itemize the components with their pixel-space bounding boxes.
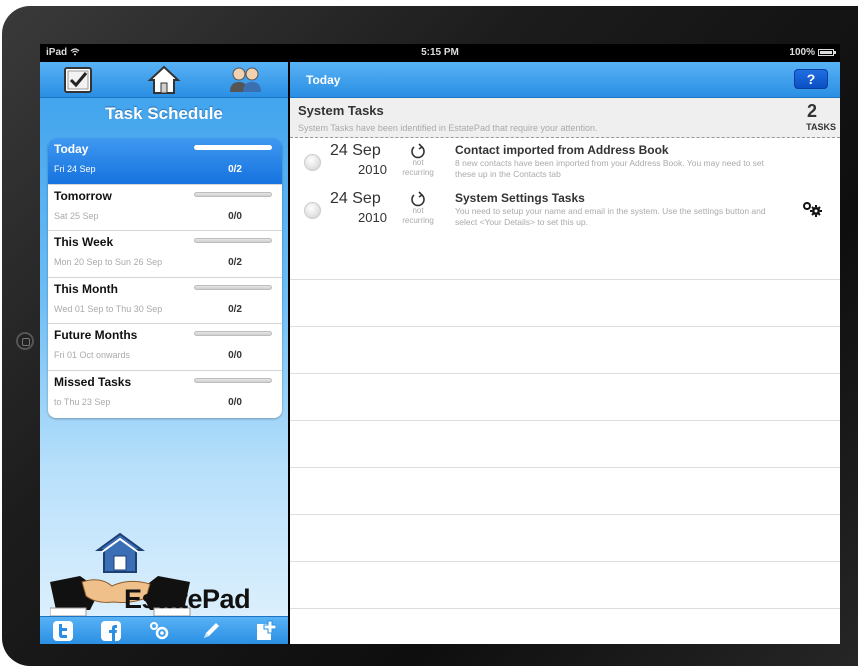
section-title: System Tasks: [298, 103, 384, 118]
row-divider: [290, 420, 840, 421]
task-title: Contact imported from Address Book: [455, 143, 669, 157]
recurring-icon: [411, 143, 425, 159]
add-icon[interactable]: [254, 620, 276, 642]
sidebar: Task Schedule Today Fri 24 Sep 0/2 Tomor…: [40, 62, 288, 644]
recur-status: recurring: [402, 216, 434, 225]
period-missed-tasks[interactable]: Missed Tasks to Thu 23 Sep 0/0: [48, 371, 282, 418]
period-count: 0/2: [228, 164, 242, 175]
period-name: Today: [54, 142, 89, 156]
period-tomorrow[interactable]: Tomorrow Sat 25 Sep 0/0: [48, 185, 282, 232]
nav-bar: Today ?: [290, 62, 840, 98]
clock: 5:15 PM: [421, 47, 459, 58]
period-date: Mon 20 Sep to Sun 26 Sep: [54, 257, 163, 268]
ipad-frame: iPad 5:15 PM 100% Task Schedule Today Fr…: [2, 6, 858, 666]
recur-status: not: [412, 206, 424, 215]
period-progress: [194, 191, 272, 197]
task-complete-radio[interactable]: [304, 154, 321, 171]
contacts-icon[interactable]: [228, 64, 262, 96]
task-year: 2010: [358, 162, 387, 177]
period-name: Future Months: [54, 328, 138, 343]
period-name: Tomorrow: [54, 188, 112, 203]
period-progress: [194, 284, 272, 290]
battery-status: 100%: [789, 47, 836, 58]
task-description: You need to setup your name and email in…: [455, 206, 766, 227]
task-count-label: TASKS: [806, 122, 836, 132]
bottom-toolbar: [40, 616, 288, 644]
status-bar: iPad 5:15 PM 100%: [40, 44, 840, 62]
period-name: Missed Tasks: [54, 374, 132, 389]
row-divider: [290, 561, 840, 562]
settings-icon[interactable]: [148, 620, 170, 642]
task-complete-radio[interactable]: [304, 202, 321, 219]
period-date: Fri 24 Sep: [54, 164, 96, 174]
task-day: 24 Sep: [330, 190, 381, 207]
period-count: 0/0: [228, 210, 242, 222]
logo-text: EstatePad: [124, 584, 251, 614]
row-divider: [290, 326, 840, 327]
task-description: 8 new contacts have been imported from y…: [455, 158, 765, 179]
period-date: Fri 01 Oct onwards: [54, 350, 131, 361]
recur-status: not: [412, 158, 424, 167]
screen: iPad 5:15 PM 100% Task Schedule Today Fr…: [40, 44, 840, 644]
task-title: System Settings Tasks: [455, 191, 585, 205]
twitter-icon[interactable]: [52, 620, 74, 642]
nav-title: Today: [306, 73, 341, 87]
home-button[interactable]: [16, 332, 34, 350]
period-count: 0/2: [228, 303, 242, 315]
section-description: System Tasks have been identified in Est…: [298, 123, 598, 133]
section-header: System Tasks System Tasks have been iden…: [290, 98, 840, 138]
period-name: This Month: [54, 281, 118, 296]
main-panel: Today ? System Tasks System Tasks have b…: [290, 62, 840, 644]
row-divider: [290, 279, 840, 280]
task-day: 24 Sep: [330, 142, 381, 159]
gear-icon[interactable]: [802, 200, 824, 218]
period-this-month[interactable]: This Month Wed 01 Sep to Thu 30 Sep 0/2: [48, 278, 282, 325]
period-progress: [194, 377, 272, 383]
edit-icon[interactable]: [200, 620, 222, 642]
recur-status: recurring: [402, 168, 434, 177]
period-count: 0/2: [228, 257, 242, 269]
period-this-week[interactable]: This Week Mon 20 Sep to Sun 26 Sep 0/2: [48, 231, 282, 278]
row-divider: [290, 467, 840, 468]
recurring-icon: [411, 191, 425, 207]
help-button[interactable]: ?: [794, 69, 828, 89]
period-count: 0/0: [228, 396, 242, 408]
period-date: Wed 01 Sep to Thu 30 Sep: [54, 303, 163, 314]
battery-icon: [818, 49, 836, 56]
period-future-months[interactable]: Future Months Fri 01 Oct onwards 0/0: [48, 324, 282, 371]
task-row[interactable]: 24 Sep 2010 not recurring System Setting…: [290, 188, 840, 234]
task-row[interactable]: 24 Sep 2010 not recurring Contact import…: [290, 140, 840, 186]
period-name: This Week: [54, 235, 114, 250]
period-progress: [194, 238, 272, 244]
battery-percent: 100%: [789, 47, 815, 58]
period-list: Today Fri 24 Sep 0/2 Tomorrow Sat 25 Sep…: [48, 138, 282, 418]
panel-title: Task Schedule: [105, 104, 223, 123]
period-date: to Thu 23 Sep: [54, 396, 111, 407]
period-today[interactable]: Today Fri 24 Sep 0/2: [48, 138, 282, 185]
task-year: 2010: [358, 210, 387, 225]
period-progress: [194, 331, 272, 337]
sidebar-toolbar: [40, 62, 288, 98]
facebook-icon[interactable]: [100, 620, 122, 642]
task-count: 2: [806, 101, 817, 121]
row-divider: [290, 373, 840, 374]
checkbox-icon[interactable]: [62, 64, 96, 96]
home-icon[interactable]: [147, 64, 181, 96]
period-date: Sat 25 Sep: [54, 210, 99, 221]
period-progress: [194, 145, 272, 150]
period-count: 0/0: [228, 350, 242, 362]
row-divider: [290, 608, 840, 609]
row-divider: [290, 514, 840, 515]
